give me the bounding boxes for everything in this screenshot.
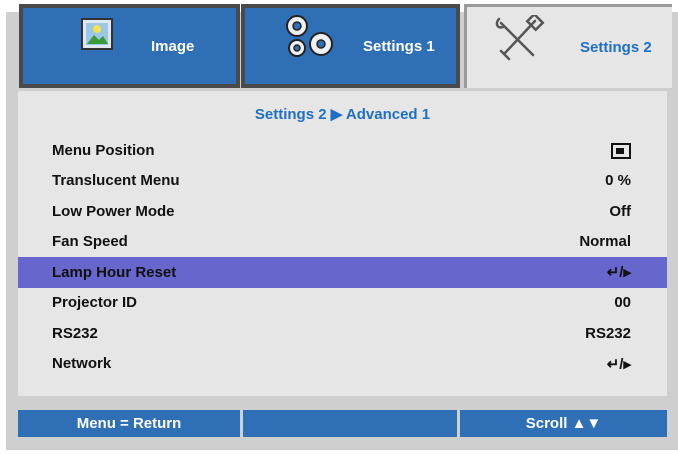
row-value: 0 %: [605, 172, 631, 190]
tab-settings-2[interactable]: Settings 2: [464, 4, 672, 88]
row-label: Menu Position: [52, 141, 155, 159]
tools-icon: [493, 12, 545, 68]
footer-left-label: Menu = Return: [76, 415, 182, 432]
gears-icon: [281, 12, 339, 65]
breadcrumb: Settings 2 ▶ Advanced 1: [254, 106, 431, 123]
row-low-power-mode[interactable]: Low Power Mode Off: [18, 196, 667, 227]
footer-menu-return: Menu = Return: [18, 410, 240, 437]
tab-settings-1[interactable]: Settings 1: [241, 4, 460, 88]
footer-middle: [243, 410, 457, 437]
tab-image[interactable]: Image: [19, 4, 240, 88]
footer-scroll: Scroll ▲▼: [460, 410, 667, 437]
row-label: Projector ID: [52, 294, 138, 312]
row-label: Low Power Mode: [52, 202, 175, 220]
row-translucent-menu[interactable]: Translucent Menu 0 %: [18, 166, 667, 197]
row-label: Fan Speed: [52, 233, 128, 251]
enter-arrow-icon: ↵/▸: [606, 355, 631, 373]
row-label: Network: [52, 355, 112, 373]
row-value: RS232: [585, 324, 631, 342]
row-menu-position[interactable]: Menu Position: [18, 135, 667, 166]
row-fan-speed[interactable]: Fan Speed Normal: [18, 227, 667, 258]
row-rs232[interactable]: RS232 RS232: [18, 318, 667, 349]
settings-list: Menu Position Translucent Menu 0 % Low P…: [18, 135, 667, 379]
settings-panel: Settings 2 ▶ Advanced 1 Menu Position Tr…: [18, 91, 667, 396]
row-label: Lamp Hour Reset: [52, 263, 177, 281]
row-value: Off: [609, 202, 631, 220]
row-value: Normal: [579, 233, 631, 251]
row-projector-id[interactable]: Projector ID 00: [18, 288, 667, 319]
row-label: RS232: [52, 324, 98, 342]
row-network[interactable]: Network ↵/▸: [18, 349, 667, 380]
row-label: Translucent Menu: [52, 172, 180, 190]
tab-image-label: Image: [151, 37, 195, 55]
tab-settings-1-label: Settings 1: [363, 37, 435, 55]
tab-settings-2-label: Settings 2: [580, 39, 652, 56]
menu-position-icon: [611, 142, 631, 159]
row-lamp-hour-reset[interactable]: Lamp Hour Reset ↵/▸: [18, 257, 667, 288]
row-value: 00: [614, 294, 631, 312]
footer-right-label: Scroll ▲▼: [525, 415, 602, 432]
image-icon: [81, 18, 113, 55]
enter-arrow-icon: ↵/▸: [606, 264, 631, 282]
